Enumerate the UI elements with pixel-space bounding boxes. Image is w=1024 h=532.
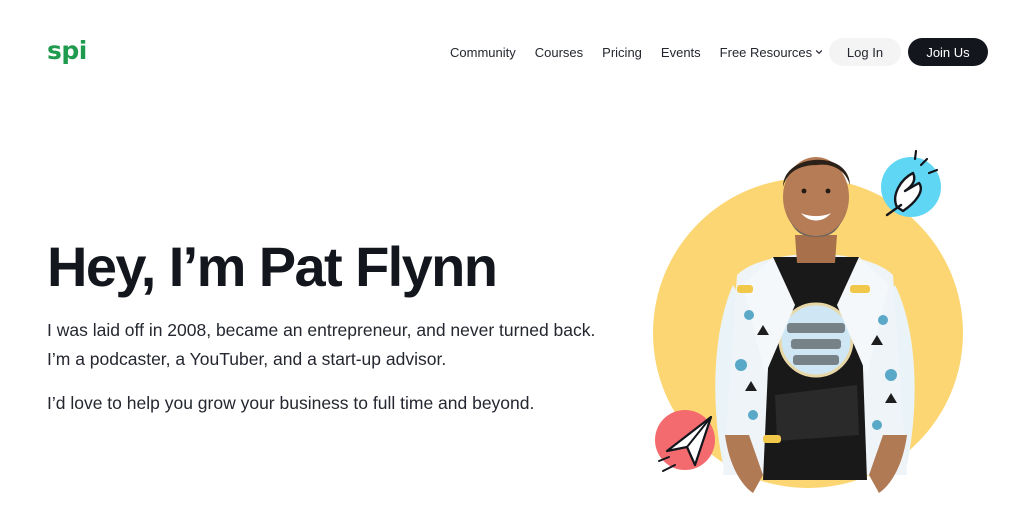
page: spi Community Courses Pricing Events Fre… xyxy=(0,0,1024,532)
nav-item-community[interactable]: Community xyxy=(450,45,516,60)
nav-item-label: Pricing xyxy=(602,44,642,60)
snap-fingers-icon xyxy=(881,149,941,217)
nav-item-label: Community xyxy=(450,44,516,60)
paper-plane-icon xyxy=(655,410,715,472)
hero-intro-text: I was laid off in 2008, became an entrep… xyxy=(47,320,596,369)
nav-item-free-resources[interactable]: Free Resources xyxy=(720,45,823,60)
hero-title-prefix: Hey, I’m xyxy=(47,235,259,298)
nav-item-label: Free Resources xyxy=(719,44,813,60)
hero-cta-text: I’d love to help you grow your business … xyxy=(47,393,535,413)
pat-flynn-portrait xyxy=(653,149,963,493)
hero-title: Hey, I’m Pat Flynn xyxy=(47,232,530,304)
nav-item-events[interactable]: Events xyxy=(661,45,701,60)
nav-item-courses[interactable]: Courses xyxy=(535,45,583,60)
nav-item-pricing[interactable]: Pricing xyxy=(602,45,642,60)
nav-item-label: Courses xyxy=(534,44,584,60)
join-us-button[interactable]: Join Us xyxy=(908,38,988,66)
chevron-down-icon xyxy=(816,50,823,54)
nav-item-label: Events xyxy=(660,44,701,60)
login-button[interactable]: Log In xyxy=(829,38,901,66)
spi-logo[interactable]: spi xyxy=(47,36,87,66)
hero-title-name-wrap: Pat Flynn xyxy=(240,232,530,304)
main-nav: Community Courses Pricing Events Free Re… xyxy=(450,38,823,66)
hero-title-name: Pat Flynn xyxy=(258,235,498,298)
